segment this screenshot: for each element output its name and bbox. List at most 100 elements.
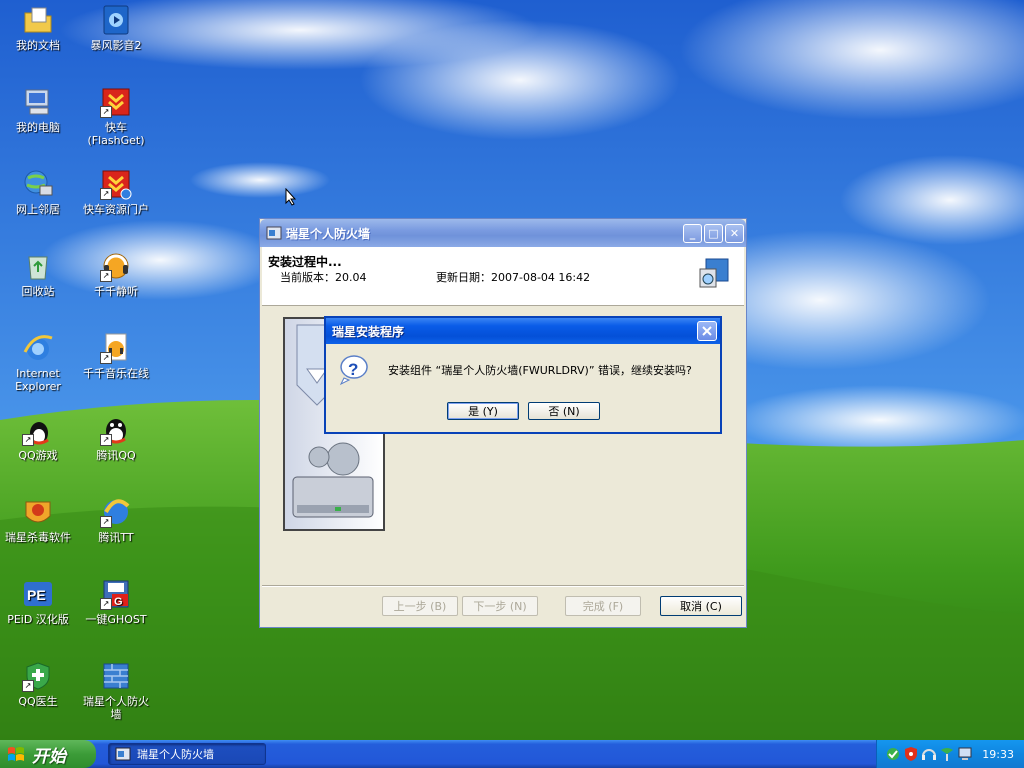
music-online-icon: ↗ [100, 332, 132, 364]
close-icon [702, 326, 712, 336]
yes-button[interactable]: 是 (Y) [447, 402, 519, 420]
peid-icon: PE [22, 578, 54, 610]
installer-version: 当前版本：20.04 [280, 271, 367, 284]
dialog-close-button[interactable] [697, 321, 717, 341]
flashget-icon: ↗ [100, 86, 132, 118]
desktop-icon-label: 一键GHOST [85, 613, 147, 626]
mouse-cursor-icon [285, 188, 297, 206]
desktop-icon-label: QQ医生 [18, 695, 58, 708]
desktop-icon-label: QQ游戏 [18, 449, 58, 462]
desktop-icon-label: 快车资源门户 [83, 203, 149, 216]
desktop-icon-music-online[interactable]: ↗ 千千音乐在线 [78, 332, 154, 380]
no-button[interactable]: 否 (N) [528, 402, 600, 420]
desktop-icon-ttplayer[interactable]: ↗ 千千静听 [78, 250, 154, 298]
close-icon: ✕ [729, 226, 740, 240]
internet-explorer-icon [22, 332, 54, 364]
desktop-icon-label: 我的文档 [16, 39, 60, 52]
installer-app-icon [115, 747, 131, 761]
installer-title: 瑞星个人防火墙 [286, 226, 371, 241]
folder-documents-icon [22, 4, 54, 36]
desktop-icon-label: 瑞星个人防火 墙 [83, 695, 149, 721]
dialog-titlebar[interactable]: 瑞星安装程序 [326, 318, 720, 344]
svg-text:?: ? [348, 360, 358, 379]
shortcut-arrow-icon: ↗ [100, 106, 112, 118]
desktop-icon-label: 腾讯QQ [96, 449, 136, 462]
next-button[interactable]: 下一步 (N) [462, 596, 538, 616]
confirm-dialog[interactable]: 瑞星安装程序 ? 安装组件 “瑞星个人防火墙(FWURLDRV)” 错误，继续安… [324, 316, 722, 434]
desktop-icon-label: PEiD 汉化版 [7, 613, 69, 626]
desktop-icon-label: 千千音乐在线 [83, 367, 149, 380]
desktop-icon-label: Internet Explorer [15, 367, 61, 393]
media-player-icon [100, 4, 132, 36]
cancel-button[interactable]: 取消 (C) [660, 596, 742, 616]
qq-game-icon: ↗ [22, 414, 54, 446]
desktop-icon-qq[interactable]: ↗ 腾讯QQ [78, 414, 154, 462]
installer-heading: 安装过程中... [268, 255, 342, 269]
desktop-icon-my-documents[interactable]: 我的文档 [0, 4, 76, 52]
shortcut-arrow-icon: ↗ [22, 680, 34, 692]
footer-divider [262, 585, 744, 587]
question-icon: ? [339, 355, 368, 386]
minimize-button[interactable]: _ [683, 223, 702, 243]
network-tray-icon[interactable] [939, 746, 955, 762]
maximize-icon: □ [708, 226, 719, 240]
desktop-icon-network[interactable]: 网上邻居 [0, 168, 76, 216]
computer-icon [22, 86, 54, 118]
antivirus-tray-icon[interactable] [885, 746, 901, 762]
shortcut-arrow-icon: ↗ [100, 188, 112, 200]
desktop-icon-flashget[interactable]: ↗ 快车 (FlashGet) [78, 86, 154, 147]
maximize-button[interactable]: □ [704, 223, 723, 243]
flashget-portal-icon: ↗ [100, 168, 132, 200]
taskbar-item-firewall-setup[interactable]: 瑞星个人防火墙 [108, 743, 266, 765]
setup-package-icon [699, 258, 729, 288]
installer-header: 安装过程中... 当前版本：20.04 更新日期：2007-08-04 16:4… [262, 247, 744, 306]
windows-logo-icon [8, 747, 24, 761]
qq-doctor-icon: ↗ [22, 660, 54, 692]
shortcut-arrow-icon: ↗ [100, 598, 112, 610]
installer-titlebar[interactable]: 瑞星个人防火墙 _ □ ✕ [260, 219, 746, 247]
recycle-bin-icon [22, 250, 54, 282]
desktop-icon-internet-explorer[interactable]: Internet Explorer [0, 332, 76, 393]
desktop-icon-peid[interactable]: PE PEiD 汉化版 [0, 578, 76, 626]
finish-button[interactable]: 完成 (F) [565, 596, 641, 616]
desktop-icon-media-player[interactable]: 暴风影音2 [78, 4, 154, 52]
desktop-icon-label: 暴风影音2 [90, 39, 142, 52]
network-icon [22, 168, 54, 200]
desktop-icon-my-computer[interactable]: 我的电脑 [0, 86, 76, 134]
taskbar: 开始 瑞星个人防火墙 19:33 [0, 740, 1024, 768]
svg-text:PE: PE [27, 587, 46, 603]
svg-text:G: G [114, 596, 123, 608]
desktop-icon-recycle-bin[interactable]: 回收站 [0, 250, 76, 298]
qq-icon: ↗ [100, 414, 132, 446]
taskbar-clock[interactable]: 19:33 [982, 748, 1014, 761]
start-label: 开始 [32, 746, 66, 767]
desktop-icon-qq-doctor[interactable]: ↗ QQ医生 [0, 660, 76, 708]
desktop-icon-flashget-portal[interactable]: ↗ 快车资源门户 [78, 168, 154, 216]
installer-app-icon [266, 226, 282, 240]
ttplayer-icon: ↗ [100, 250, 132, 282]
shortcut-arrow-icon: ↗ [100, 270, 112, 282]
minimize-icon: _ [689, 226, 696, 240]
back-button[interactable]: 上一步 (B) [382, 596, 458, 616]
desktop-icon-rising-antivirus[interactable]: 瑞星杀毒软件 [0, 496, 76, 544]
shortcut-arrow-icon: ↗ [22, 434, 34, 446]
desktop-icon-label: 千千静听 [94, 285, 138, 298]
desktop-icon-qq-game[interactable]: ↗ QQ游戏 [0, 414, 76, 462]
close-button[interactable]: ✕ [725, 223, 744, 243]
headphones-tray-icon[interactable] [921, 746, 937, 762]
desktop-icon-label: 网上邻居 [16, 203, 60, 216]
dialog-message: 安装组件 “瑞星个人防火墙(FWURLDRV)” 错误，继续安装吗? [388, 364, 692, 377]
dialog-title: 瑞星安装程序 [332, 324, 405, 339]
desktop-icon-label: 瑞星杀毒软件 [5, 531, 71, 544]
desktop-icon-rising-firewall[interactable]: 瑞星个人防火 墙 [78, 660, 154, 721]
start-button[interactable]: 开始 [0, 740, 96, 768]
shortcut-arrow-icon: ↗ [100, 434, 112, 446]
display-tray-icon[interactable] [957, 746, 973, 762]
taskbar-item-label: 瑞星个人防火墙 [137, 748, 214, 761]
desktop-icon-ghost[interactable]: G ↗ 一键GHOST [78, 578, 154, 626]
desktop-icon-label: 回收站 [21, 285, 55, 298]
shortcut-arrow-icon: ↗ [100, 516, 112, 528]
desktop-icon-label: 快车 (FlashGet) [87, 121, 145, 147]
desktop-icon-tencent-tt[interactable]: ↗ 腾讯TT [78, 496, 154, 544]
shield-tray-icon[interactable] [903, 746, 919, 762]
